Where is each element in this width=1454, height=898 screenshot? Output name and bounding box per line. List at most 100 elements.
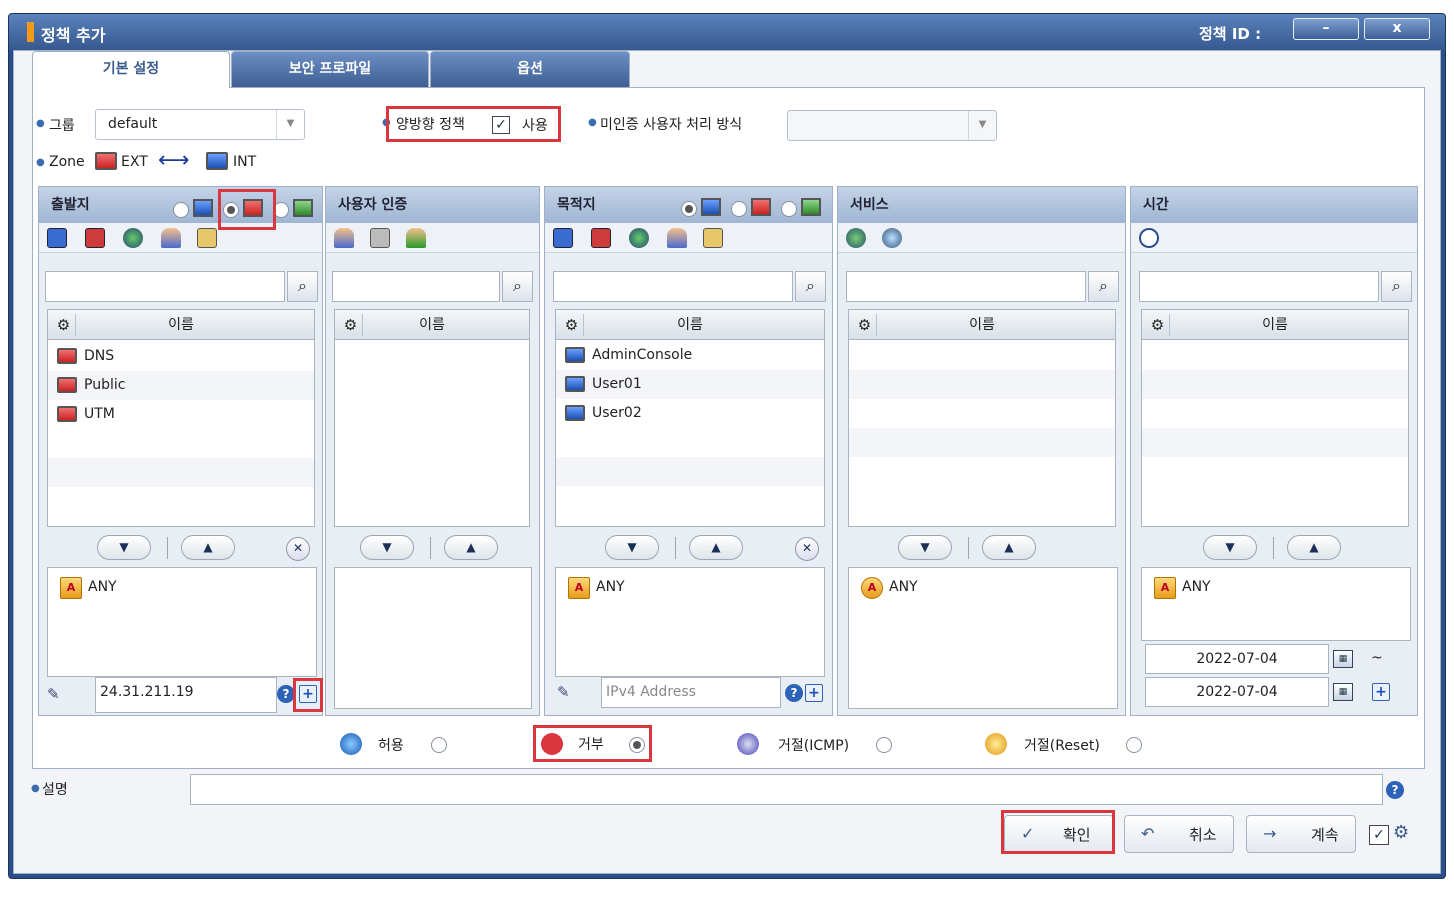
server-icon[interactable] [197, 228, 217, 248]
source-search-input[interactable] [45, 271, 285, 302]
unauth-user-label: 미인증 사용자 처리 방식 [600, 117, 743, 133]
service-selected-box: A ANY [848, 567, 1118, 709]
search-icon[interactable]: ⌕ [795, 271, 826, 302]
search-icon[interactable]: ⌕ [1381, 271, 1412, 302]
time-list[interactable]: ⚙ 이름 [1141, 309, 1409, 527]
list-item[interactable]: UTM [48, 400, 314, 429]
close-button[interactable]: x [1364, 18, 1430, 40]
list-item[interactable]: Public [48, 371, 314, 400]
any-icon: A [861, 577, 883, 599]
service-list[interactable]: ⚙ 이름 [848, 309, 1116, 527]
move-up-button[interactable]: ▲ [444, 535, 498, 560]
settings-gear-icon[interactable]: ⚙ [1393, 822, 1409, 843]
description-input[interactable] [190, 774, 1383, 805]
title-bar[interactable]: 정책 추가 정책 ID : – x [9, 14, 1445, 50]
user-auth-search-input[interactable] [332, 271, 500, 302]
host-icon[interactable] [47, 228, 67, 248]
move-down-button[interactable]: ▼ [1203, 535, 1257, 560]
globe-icon[interactable] [123, 228, 143, 248]
search-icon[interactable]: ⌕ [1088, 271, 1119, 302]
network-group-icon[interactable] [591, 228, 611, 248]
list-item[interactable]: DNS [48, 342, 314, 371]
tab-options[interactable]: 옵션 [430, 51, 630, 87]
start-date-input[interactable]: 2022-07-04 [1145, 644, 1329, 674]
service-search-input[interactable] [846, 271, 1086, 302]
grid-icon[interactable] [370, 228, 390, 248]
gear-icon[interactable]: ⚙ [339, 314, 363, 336]
move-up-button[interactable]: ▲ [181, 535, 235, 560]
clear-icon[interactable]: ✕ [286, 537, 310, 561]
server-icon[interactable] [703, 228, 723, 248]
calendar-icon[interactable]: ▦ [1333, 683, 1353, 701]
minimize-button[interactable]: – [1293, 18, 1359, 40]
list-item[interactable]: User01 [556, 370, 824, 399]
separator [675, 537, 676, 559]
reject-reset-icon [985, 733, 1007, 755]
gear-icon[interactable]: ⚙ [52, 314, 76, 336]
unauth-user-select[interactable]: ▼ [787, 110, 997, 141]
user-icon[interactable] [334, 228, 354, 248]
calendar-icon[interactable]: ▦ [1333, 650, 1353, 668]
dest-type-radio-3[interactable] [781, 201, 797, 217]
tab-security-profile[interactable]: 보안 프로파일 [231, 51, 429, 87]
move-up-button[interactable]: ▲ [689, 535, 743, 560]
move-down-button[interactable]: ▼ [360, 535, 414, 560]
add-icon[interactable]: + [1372, 683, 1390, 701]
deny-radio[interactable] [629, 737, 645, 753]
list-item-label: User01 [592, 376, 642, 392]
source-list[interactable]: ⚙ 이름 DNS Public UTM [47, 309, 315, 527]
add-icon[interactable]: + [299, 685, 317, 703]
source-address-input[interactable]: 24.31.211.19 [95, 677, 277, 713]
gear-icon[interactable]: ⚙ [1146, 314, 1170, 336]
help-icon[interactable]: ? [785, 684, 803, 702]
user-icon[interactable] [667, 228, 687, 248]
reject-icmp-radio[interactable] [876, 737, 892, 753]
move-down-button[interactable]: ▼ [605, 535, 659, 560]
gear-icon[interactable]: ⚙ [560, 314, 584, 336]
network-icon [701, 198, 721, 216]
chevron-down-icon: ▼ [968, 111, 996, 140]
user-group-icon[interactable] [406, 228, 426, 248]
dest-type-radio-1[interactable] [681, 201, 697, 217]
destination-list[interactable]: ⚙ 이름 AdminConsole User01 User02 [555, 309, 825, 527]
source-toolbar [39, 223, 322, 253]
source-type-radio-1[interactable] [173, 202, 189, 218]
destination-address-input[interactable]: IPv4 Address [601, 677, 781, 708]
gear-icon[interactable]: ⚙ [853, 314, 877, 336]
separator [1273, 537, 1274, 559]
search-icon[interactable]: ⌕ [502, 271, 533, 302]
list-item[interactable]: User02 [556, 399, 824, 428]
cancel-button[interactable]: ↶ 취소 [1124, 815, 1234, 853]
tab-basic-settings[interactable]: 기본 설정 [32, 51, 230, 88]
clock-icon[interactable] [1139, 228, 1159, 248]
reject-icmp-label: 거절(ICMP) [778, 738, 850, 754]
move-up-button[interactable]: ▲ [982, 535, 1036, 560]
option-checkbox[interactable]: ✓ [1369, 825, 1389, 845]
continue-button[interactable]: → 계속 [1246, 815, 1356, 853]
destination-search-input[interactable] [553, 271, 793, 302]
help-icon[interactable]: ? [1386, 781, 1404, 799]
dest-type-radio-2[interactable] [731, 201, 747, 217]
service-globe-icon[interactable] [846, 228, 866, 248]
clear-icon[interactable]: ✕ [795, 537, 819, 561]
host-icon[interactable] [553, 228, 573, 248]
reject-reset-radio[interactable] [1126, 737, 1142, 753]
group-select[interactable]: default ▼ [95, 109, 305, 140]
move-down-button[interactable]: ▼ [97, 535, 151, 560]
bidirectional-checkbox[interactable]: ✓ [492, 116, 510, 134]
host-icon [565, 405, 585, 421]
service-group-icon[interactable] [882, 228, 902, 248]
move-up-button[interactable]: ▲ [1287, 535, 1341, 560]
time-search-input[interactable] [1139, 271, 1379, 302]
add-icon[interactable]: + [805, 684, 823, 702]
network-group-icon[interactable] [85, 228, 105, 248]
end-date-input[interactable]: 2022-07-04 [1145, 677, 1329, 707]
user-icon[interactable] [161, 228, 181, 248]
bidirectional-arrow-icon: ⟷ [158, 148, 190, 173]
user-auth-list[interactable]: ⚙ 이름 [334, 309, 530, 527]
allow-radio[interactable] [431, 737, 447, 753]
list-item[interactable]: AdminConsole [556, 341, 824, 370]
globe-icon[interactable] [629, 228, 649, 248]
move-down-button[interactable]: ▼ [898, 535, 952, 560]
search-icon[interactable]: ⌕ [287, 271, 318, 302]
